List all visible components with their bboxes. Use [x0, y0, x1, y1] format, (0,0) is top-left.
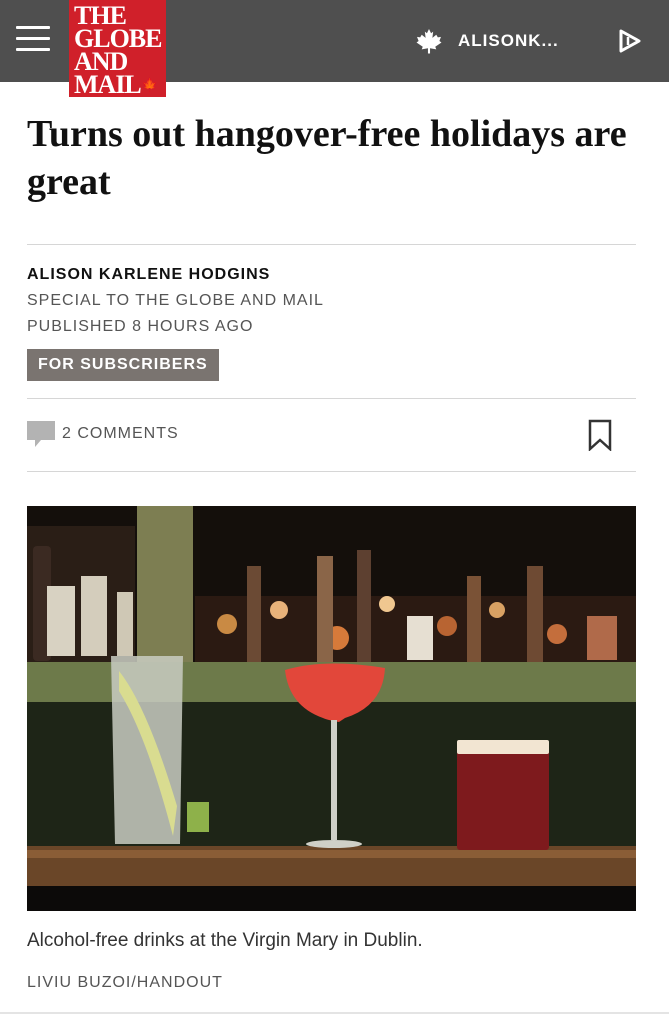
- divider: [27, 398, 636, 399]
- author-name[interactable]: ALISON KARLENE HODGINS: [27, 266, 270, 284]
- divider: [27, 471, 636, 472]
- hamburger-menu-icon[interactable]: [16, 26, 50, 56]
- logo-leaf-icon: 🍁: [141, 77, 158, 92]
- play-icon[interactable]: [618, 28, 642, 54]
- photo-caption: Alcohol-free drinks at the Virgin Mary i…: [27, 930, 423, 951]
- article-photo[interactable]: [27, 506, 636, 911]
- comment-bubble-icon: [27, 421, 55, 447]
- divider: [27, 244, 636, 245]
- comments-count: 2 COMMENTS: [62, 425, 179, 442]
- article-headline: Turns out hangover-free holidays are gre…: [27, 113, 627, 203]
- maple-leaf-icon: [416, 29, 442, 54]
- user-account-button[interactable]: ALISONK...: [416, 26, 559, 56]
- author-affiliation: SPECIAL TO THE GLOBE AND MAIL: [27, 292, 324, 309]
- username-label: ALISONK...: [458, 31, 559, 50]
- bookmark-icon[interactable]: [588, 419, 612, 451]
- logo-line: MAIL🍁: [74, 70, 162, 99]
- photo-credit: LIVIU BUZOI/HANDOUT: [27, 974, 223, 991]
- logo-line-text: MAIL: [74, 70, 142, 99]
- published-time: PUBLISHED 8 HOURS AGO: [27, 318, 254, 335]
- comments-link[interactable]: 2 COMMENTS: [27, 421, 179, 447]
- bottom-divider: [0, 1012, 669, 1014]
- globe-and-mail-logo[interactable]: THE GLOBE AND MAIL🍁: [69, 0, 166, 99]
- subscriber-badge: FOR SUBSCRIBERS: [27, 349, 219, 381]
